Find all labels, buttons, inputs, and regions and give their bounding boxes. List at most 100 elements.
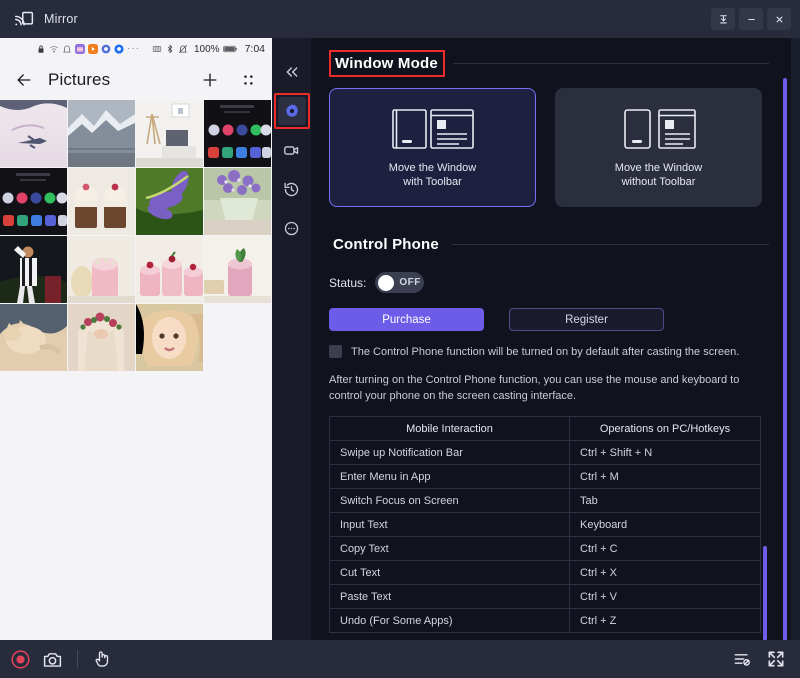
window-controls bbox=[711, 0, 791, 38]
bottom-left-tools bbox=[10, 649, 112, 670]
control-phone-toggle[interactable]: OFF bbox=[375, 272, 424, 293]
cell-interaction: Swipe up Notification Bar bbox=[330, 441, 570, 465]
mode-card-label-line1: Move the Window bbox=[615, 162, 702, 174]
column-header-mobile-interaction: Mobile Interaction bbox=[330, 417, 570, 441]
photo-thumbnail[interactable] bbox=[136, 236, 203, 303]
photo-thumbnail[interactable] bbox=[0, 168, 67, 235]
player-app-icon bbox=[88, 44, 98, 54]
control-phone-title: Control Phone bbox=[329, 233, 444, 256]
more-circle-icon bbox=[283, 220, 300, 237]
status-overflow-dots: ··· bbox=[127, 44, 140, 54]
phone-mirror-panel[interactable]: ··· 100% 7:04 Pictures bbox=[0, 38, 272, 640]
register-button[interactable]: Register bbox=[509, 308, 664, 331]
cell-interaction: Copy Text bbox=[330, 537, 570, 561]
record-video-button[interactable] bbox=[278, 136, 306, 164]
photo-thumbnail[interactable] bbox=[136, 100, 203, 167]
table-row: Undo (For Some Apps)Ctrl + Z bbox=[330, 609, 761, 633]
start-recording-button[interactable] bbox=[10, 649, 31, 670]
table-row: Switch Focus on ScreenTab bbox=[330, 489, 761, 513]
chat-app-icon bbox=[114, 44, 124, 54]
cell-interaction: Undo (For Some Apps) bbox=[330, 609, 570, 633]
photo-grid[interactable] bbox=[0, 100, 272, 371]
status-label: Status: bbox=[329, 276, 366, 290]
more-grid-icon[interactable] bbox=[220, 70, 258, 90]
hotkeys-table-body: Swipe up Notification BarCtrl + Shift + … bbox=[330, 441, 761, 633]
phone-status-bar: ··· 100% 7:04 bbox=[0, 38, 272, 60]
cast-screen-icon bbox=[14, 9, 35, 30]
collapse-panel-button[interactable] bbox=[278, 58, 306, 86]
panel-scrollbar-thumb[interactable] bbox=[783, 78, 787, 640]
display-settings-button[interactable] bbox=[732, 649, 752, 669]
settings-button[interactable] bbox=[278, 97, 306, 125]
photo-thumbnail[interactable] bbox=[68, 304, 135, 371]
photo-thumbnail[interactable] bbox=[68, 168, 135, 235]
gear-icon bbox=[284, 103, 300, 119]
cell-hotkey: Ctrl + Z bbox=[570, 609, 761, 633]
purchase-register-row: Purchase Register bbox=[329, 308, 769, 331]
browser-app-icon bbox=[101, 44, 111, 54]
toggle-state-label: OFF bbox=[399, 277, 421, 288]
settings-panel: Window Mode Move the Wind bbox=[311, 38, 791, 640]
status-clock: 7:04 bbox=[245, 43, 265, 55]
touch-mode-button[interactable] bbox=[92, 649, 112, 669]
fullscreen-button[interactable] bbox=[766, 649, 786, 669]
cell-interaction: Switch Focus on Screen bbox=[330, 489, 570, 513]
photo-thumbnail[interactable] bbox=[136, 168, 203, 235]
photo-thumbnail[interactable] bbox=[204, 236, 271, 303]
alarm-icon bbox=[62, 44, 72, 54]
gallery-header: Pictures bbox=[0, 60, 272, 100]
history-button[interactable] bbox=[278, 175, 306, 203]
bottom-toolbar bbox=[0, 640, 800, 678]
hotkeys-table-wrapper: Mobile Interaction Operations on PC/Hotk… bbox=[329, 416, 766, 633]
plus-icon[interactable] bbox=[182, 70, 220, 90]
table-row: Input TextKeyboard bbox=[330, 513, 761, 537]
control-phone-section: Control Phone Status: OFF Purchase Regis… bbox=[329, 233, 769, 404]
battery-icon bbox=[223, 44, 238, 54]
cell-hotkey: Keyboard bbox=[570, 513, 761, 537]
mode-card-label: Move the Window without Toolbar bbox=[615, 161, 702, 189]
photo-thumbnail[interactable] bbox=[0, 100, 67, 167]
video-camera-icon bbox=[283, 142, 300, 159]
default-on-checkbox-row[interactable]: The Control Phone function will be turne… bbox=[329, 345, 769, 358]
minimize-icon bbox=[746, 14, 757, 25]
app-brand: Mirror bbox=[14, 9, 78, 30]
page-title: Pictures bbox=[48, 70, 110, 90]
purchase-button[interactable]: Purchase bbox=[329, 308, 484, 331]
minimize-button[interactable] bbox=[739, 8, 763, 30]
pin-on-top-button[interactable] bbox=[711, 8, 735, 30]
cell-hotkey: Tab bbox=[570, 489, 761, 513]
mode-card-label: Move the Window with Toolbar bbox=[389, 161, 476, 189]
window-mode-title: Window Mode bbox=[329, 50, 445, 77]
cell-interaction: Enter Menu in App bbox=[330, 465, 570, 489]
photo-thumbnail[interactable] bbox=[68, 236, 135, 303]
screenshot-button[interactable] bbox=[42, 649, 63, 670]
table-row: Cut TextCtrl + X bbox=[330, 561, 761, 585]
chevrons-left-icon bbox=[284, 64, 300, 80]
battery-percent-label: 100% bbox=[194, 44, 220, 55]
cell-hotkey: Ctrl + X bbox=[570, 561, 761, 585]
history-clock-icon bbox=[283, 181, 300, 198]
pin-icon bbox=[718, 14, 729, 25]
default-on-checkbox[interactable] bbox=[329, 345, 342, 358]
table-scrollbar-thumb[interactable] bbox=[763, 546, 767, 640]
mode-card-with-toolbar[interactable]: Move the Window with Toolbar bbox=[329, 88, 536, 207]
mode-card-without-toolbar[interactable]: Move the Window without Toolbar bbox=[555, 88, 762, 207]
mode-card-label-line1: Move the Window bbox=[389, 162, 476, 174]
back-arrow-icon[interactable] bbox=[14, 70, 34, 90]
default-on-checkbox-label: The Control Phone function will be turne… bbox=[351, 346, 739, 358]
close-button[interactable] bbox=[767, 8, 791, 30]
control-phone-heading-row: Control Phone bbox=[329, 233, 769, 256]
photo-thumbnail[interactable] bbox=[136, 304, 203, 371]
photo-thumbnail[interactable] bbox=[68, 100, 135, 167]
photo-thumbnail[interactable] bbox=[204, 168, 271, 235]
photo-thumbnail[interactable] bbox=[0, 236, 67, 303]
bluetooth-icon bbox=[165, 44, 175, 54]
photo-thumbnail[interactable] bbox=[204, 100, 271, 167]
mirror-app-window: Mirror bbox=[0, 0, 800, 678]
close-icon bbox=[774, 14, 785, 25]
table-row: Swipe up Notification BarCtrl + Shift + … bbox=[330, 441, 761, 465]
more-options-button[interactable] bbox=[278, 214, 306, 242]
table-row: Enter Menu in AppCtrl + M bbox=[330, 465, 761, 489]
photo-thumbnail[interactable] bbox=[0, 304, 67, 371]
sim-icon bbox=[152, 44, 162, 54]
